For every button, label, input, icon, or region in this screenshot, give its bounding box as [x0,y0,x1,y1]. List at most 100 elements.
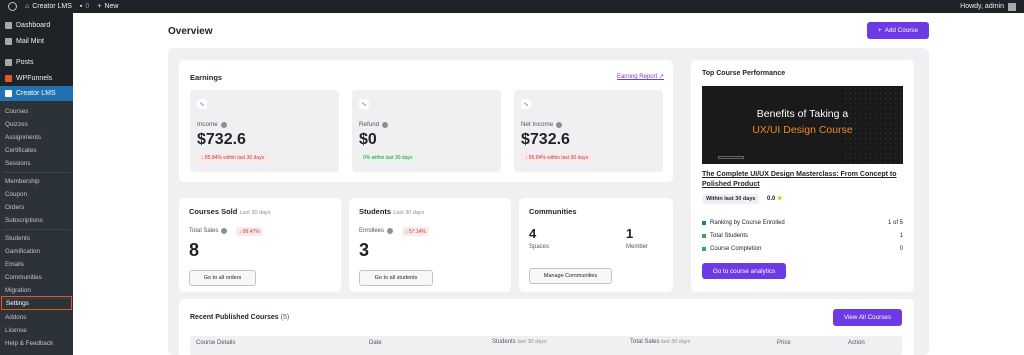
submenu-item-gamification[interactable]: Gamification [5,248,40,255]
plus-icon: + [97,3,102,10]
page-title: Overview [168,26,213,37]
submenu-item-migration[interactable]: Migration [5,287,31,294]
period-badge: Within last 30 days [702,194,760,204]
user-account-link[interactable]: Howdy, admin [960,0,1016,13]
communities-card: Communities 4 Spaces 1 Member Manage Com… [519,198,673,292]
table-header: Course Details Date Students last 30 day… [190,336,902,355]
site-name-link[interactable]: ⌂ Creator LMS [25,3,72,10]
sidebar-item-dashboard[interactable]: Dashboard [0,18,73,33]
column-total-sales: Total Sales last 30 days [630,339,691,345]
enrollees-value: 3 [359,240,370,260]
earning-report-link[interactable]: Earning Report ↗ [617,73,664,80]
income-value: $732.6 [197,131,246,148]
net-income-icon: ∿ [521,99,531,109]
spaces-value: 4 [529,226,537,241]
students-card: Students Last 30 days Enrollees ↓ 57.14%… [349,198,511,292]
income-stat: ∿ Income $732.6 ↓ 85.84% within last 30 … [190,90,339,172]
sidebar-item-creator-lms[interactable]: Creator LMS [0,86,73,101]
star-icon: ★ [777,196,783,202]
spaces-label: Spaces [529,244,550,250]
submenu-item-help-feedback[interactable]: Help & Feedback [5,340,53,347]
top-course-title: Top Course Performance [702,70,786,77]
sidebar-item-posts[interactable]: Posts [0,55,73,70]
sidebar-item-mail-mint[interactable]: Mail Mint [0,34,73,49]
info-icon[interactable] [220,121,227,128]
comments-link[interactable]: ▪ 0 [80,3,89,10]
net-income-change-badge: ↓ 85.84% within last 30 days [521,153,593,162]
courses-sold-card: Courses Sold Last 30 days Total Sales ↓ … [179,198,341,292]
course-name-link[interactable]: The Complete UI/UX Design Masterclass: F… [702,170,907,190]
thumbnail-subheadline: UX/UI Design Course [752,124,853,136]
submenu-item-communities[interactable]: Communities [5,274,42,281]
dashboard-icon [5,22,12,29]
mail-icon [5,38,12,45]
submenu-item-orders[interactable]: Orders [5,204,24,211]
total-sales-label: Total Sales [189,228,228,234]
submenu-item-subscriptions[interactable]: Subscriptions [5,217,43,224]
enrollees-label: Enrollees [359,228,394,234]
net-income-label: Net Income [521,121,554,128]
net-income-stat: ∿ Net Income $732.6 ↓ 85.84% within last… [514,90,663,172]
submenu-item-license[interactable]: License [5,327,27,334]
creator-lms-submenu: Courses Quizzes Assignments Certificates… [0,101,73,355]
dashboard-panel: Earnings Earning Report ↗ ∿ Income $732.… [168,48,929,355]
income-change-badge: ↓ 85.84% within last 30 days [197,153,269,162]
refund-icon: ∿ [359,99,369,109]
top-course-card: Top Course Performance Benefits of Takin… [691,60,914,292]
completion-row: Course Completion 0 [702,246,903,252]
sidebar-item-wpfunnels[interactable]: WPFunnels [0,71,73,86]
refund-change-badge: 0% within last 30 days [359,153,417,162]
admin-bar: ⌂ Creator LMS ▪ 0 + New Howdy, admin [0,0,1024,13]
info-icon[interactable] [221,228,228,234]
sales-change-badge: ↓ 89.47% [236,227,263,236]
submenu-item-emails[interactable]: Emails [5,261,24,268]
manage-communities-button[interactable]: Manage Communities [529,268,612,284]
submenu-item-assignments[interactable]: Assignments [5,134,41,141]
ranking-marker-icon [702,221,706,225]
wordpress-logo-icon[interactable] [8,2,17,11]
earnings-card: Earnings Earning Report ↗ ∿ Income $732.… [179,60,673,182]
column-price: Price [777,340,791,346]
ranking-row: Ranking by Course Enrolled 1 of 5 [702,220,903,226]
new-content-link[interactable]: + New [97,3,118,10]
creator-lms-icon [5,90,12,97]
communities-title: Communities [529,207,577,216]
main-content: Overview + Add Course Earnings Earning R… [73,13,1024,355]
submenu-divider [3,172,70,173]
submenu-item-addons[interactable]: Addons [5,314,26,321]
column-date: Date [369,340,382,346]
course-rating: 0.0 ★ [767,196,783,202]
home-icon: ⌂ [25,3,30,10]
go-to-all-orders-button[interactable]: Go to all orders [189,270,256,286]
submenu-item-sessions[interactable]: Sessions [5,160,31,167]
comment-icon: ▪ [79,3,83,10]
enrollees-change-badge: ↓ 57.14% [402,227,429,236]
member-label: Member [626,244,649,250]
pin-icon [5,59,12,66]
recent-courses-title: Recent Published Courses (5) [190,314,290,321]
submenu-item-certificates[interactable]: Certificates [5,147,37,154]
submenu-item-settings[interactable]: Settings [1,296,72,310]
submenu-item-membership[interactable]: Membership [5,178,40,185]
thumbnail-headline: Benefits of Taking a [756,108,849,120]
students-marker-icon [702,234,706,238]
income-icon: ∿ [197,99,207,109]
info-icon[interactable] [387,228,394,234]
plus-icon: + [878,27,882,34]
go-to-course-analytics-button[interactable]: Go to course analytics [702,263,786,279]
submenu-item-students[interactable]: Students [5,235,30,242]
refund-value: $0 [359,131,377,148]
refund-stat: ∿ Refund $0 0% within last 30 days [352,90,501,172]
go-to-all-students-button[interactable]: Go to all students [359,270,433,286]
view-all-courses-button[interactable]: View All Courses [833,309,902,326]
info-icon[interactable] [556,121,563,128]
member-value: 1 [626,226,634,241]
courses-sold-title: Courses Sold Last 30 days [189,207,271,216]
course-thumbnail[interactable]: Benefits of Taking a UX/UI Design Course [702,86,903,164]
submenu-item-courses[interactable]: Courses [5,108,28,115]
submenu-item-quizzes[interactable]: Quizzes [5,121,28,128]
info-icon[interactable] [382,121,389,128]
submenu-item-coupon[interactable]: Coupon [5,191,27,198]
completion-marker-icon [702,247,706,251]
add-course-button[interactable]: + Add Course [867,22,929,39]
